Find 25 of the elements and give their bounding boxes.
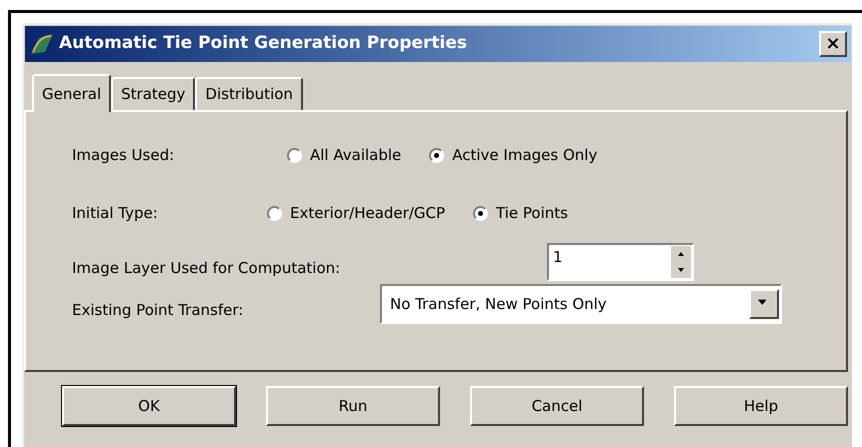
caret-icon[interactable] <box>749 289 779 319</box>
tab[interactable]: General <box>32 74 112 112</box>
radio-label: Active Images Only <box>452 144 598 166</box>
radio-button[interactable] <box>267 206 282 220</box>
dialog-button[interactable]: Help <box>674 386 848 426</box>
radio-label: All Available <box>310 144 402 166</box>
radio-label: Tie Points <box>496 202 568 224</box>
dropdown[interactable]: No Transfer, New Points Only <box>380 284 782 324</box>
window-title: Automatic Tie Point Generation Properties <box>59 32 468 56</box>
close-button[interactable]: × <box>819 31 847 57</box>
field-label: Existing Point Transfer: <box>72 300 244 321</box>
radio-button[interactable] <box>473 206 488 220</box>
radio-button[interactable] <box>429 148 444 162</box>
radio-button[interactable] <box>287 148 302 162</box>
field-label: Initial Type: <box>72 202 159 224</box>
dialog-button[interactable]: Cancel <box>470 386 644 426</box>
field-label: Images Used: <box>72 144 176 166</box>
tab[interactable]: Distribution <box>195 77 303 110</box>
dialog-button[interactable]: OK <box>62 386 236 426</box>
tab[interactable]: Strategy <box>111 77 196 110</box>
dialog-button[interactable]: Run <box>266 386 440 426</box>
spin-field[interactable]: 1 <box>547 243 694 281</box>
field-label: Image Layer Used for Computation: <box>72 258 342 279</box>
radio-label: Exterior/Header/GCP <box>290 202 446 224</box>
app-logo-icon <box>29 32 55 56</box>
